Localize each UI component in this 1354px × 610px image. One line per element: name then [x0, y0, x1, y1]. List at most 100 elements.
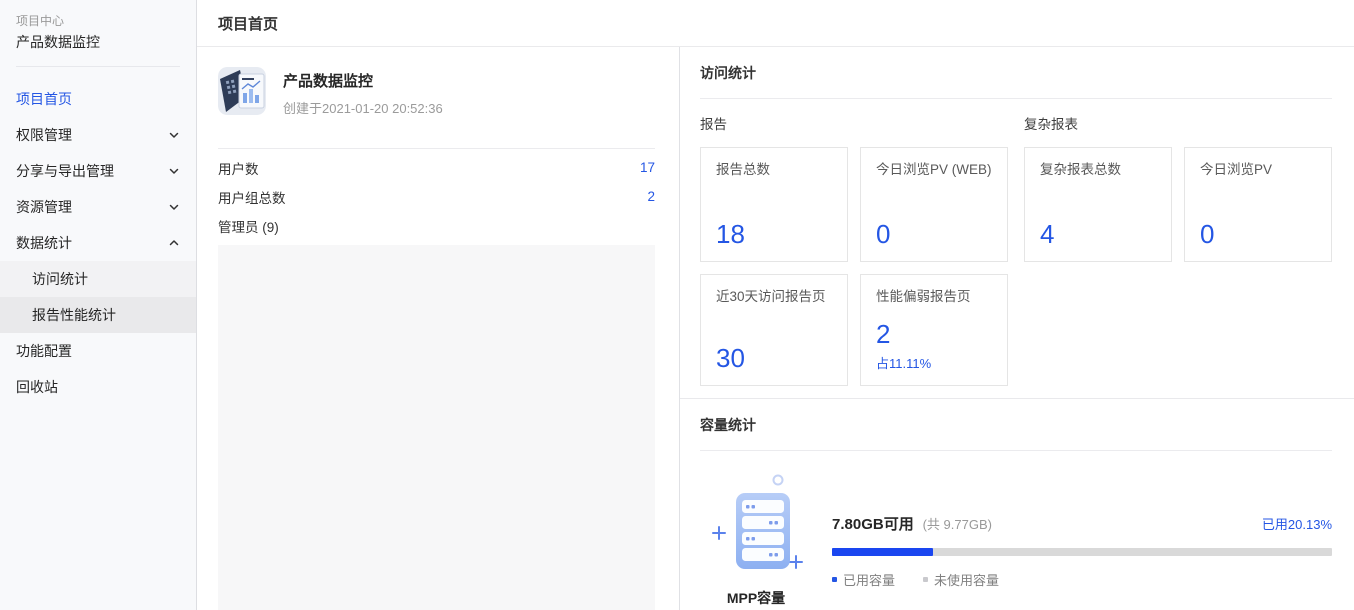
card-value: 18	[716, 220, 832, 248]
group-label: 复杂报表	[1024, 113, 1332, 133]
capacity-icon-column: MPP容量	[700, 467, 812, 608]
legend-bullet-unused	[923, 577, 928, 582]
chevron-down-icon	[168, 165, 180, 177]
sidebar-item-report-perf-stats[interactable]: 报告性能统计	[0, 297, 196, 333]
content: 产品数据监控 创建于2021-01-20 20:52:36 用户数 17 用户组…	[197, 47, 1354, 610]
card-value: 30	[716, 344, 832, 372]
main-area: 项目首页	[197, 0, 1354, 610]
sidebar-project-switcher[interactable]: 项目中心 产品数据监控	[0, 0, 196, 52]
stat-value-link[interactable]: 2	[647, 189, 655, 204]
sidebar-item-label: 资源管理	[16, 197, 168, 217]
sidebar-item-feature-config[interactable]: 功能配置	[0, 333, 196, 369]
sidebar-item-share-export[interactable]: 分享与导出管理	[0, 153, 196, 189]
card-complex-report-total: 复杂报表总数 4	[1024, 147, 1172, 262]
legend-item-unused: 未使用容量	[923, 570, 999, 589]
sidebar-item-permissions[interactable]: 权限管理	[0, 117, 196, 153]
group-label: 报告	[700, 113, 1008, 133]
capacity-available-group: 7.80GB可用 (共 9.77GB)	[832, 513, 992, 534]
card-value: 2	[876, 320, 992, 348]
project-center-label: 项目中心	[16, 12, 180, 30]
stat-label: 管理员 (9)	[218, 216, 279, 236]
capacity-title: 容量统计	[700, 415, 756, 435]
project-head-text: 产品数据监控 创建于2021-01-20 20:52:36	[283, 67, 443, 117]
card-sub-value: 占11.11%	[876, 353, 992, 372]
admin-list-empty-area	[218, 245, 655, 610]
sidebar-item-label: 项目首页	[16, 89, 180, 109]
card-value: 0	[1200, 220, 1316, 248]
visit-stats-title-row: 访问统计	[700, 47, 1332, 99]
project-head: 产品数据监控 创建于2021-01-20 20:52:36	[218, 67, 655, 117]
sidebar-item-label: 回收站	[16, 377, 180, 397]
card-weak-performance-pages: 性能偏弱报告页 2 占11.11%	[860, 274, 1008, 386]
legend-bullet-used	[832, 577, 837, 582]
project-summary-panel: 产品数据监控 创建于2021-01-20 20:52:36 用户数 17 用户组…	[197, 47, 680, 610]
chevron-down-icon	[168, 129, 180, 141]
sidebar-item-label: 报告性能统计	[32, 305, 180, 325]
legend-label: 已用容量	[843, 570, 895, 589]
sidebar-item-project-home[interactable]: 项目首页	[0, 81, 196, 117]
group-reports: 报告 报告总数 18 今日浏览PV (WEB) 0 近30天访问	[700, 113, 1008, 386]
card-label: 复杂报表总数	[1040, 161, 1156, 179]
sidebar-submenu-data-stats: 访问统计 报告性能统计	[0, 261, 196, 333]
card-label: 性能偏弱报告页	[876, 288, 992, 306]
sidebar-item-label: 分享与导出管理	[16, 161, 168, 181]
page-header: 项目首页	[197, 0, 1354, 47]
sidebar-item-visit-stats[interactable]: 访问统计	[0, 261, 196, 297]
project-thumbnail-icon	[218, 67, 266, 115]
chevron-down-icon	[168, 201, 180, 213]
sidebar-project-name: 产品数据监控	[16, 32, 180, 52]
stat-value-link[interactable]: 17	[640, 160, 655, 175]
stat-row-user-groups: 用户组总数 2	[218, 182, 655, 211]
capacity-total: (共 9.77GB)	[923, 517, 992, 532]
card-label: 今日浏览PV (WEB)	[876, 161, 992, 179]
sidebar-item-resources[interactable]: 资源管理	[0, 189, 196, 225]
chevron-up-icon	[168, 237, 180, 249]
group-cards: 报告总数 18 今日浏览PV (WEB) 0 近30天访问报告页 30	[700, 147, 1008, 386]
capacity-section: 容量统计	[680, 399, 1354, 608]
sidebar-menu: 项目首页 权限管理 分享与导出管理 资源管理 数据统计	[0, 81, 196, 405]
card-label: 报告总数	[716, 161, 832, 179]
card-complex-today-pv: 今日浏览PV 0	[1184, 147, 1332, 262]
project-created-at: 创建于2021-01-20 20:52:36	[283, 98, 443, 117]
visit-groups: 报告 报告总数 18 今日浏览PV (WEB) 0 近30天访问	[700, 113, 1332, 386]
card-label: 近30天访问报告页	[716, 288, 832, 306]
divider	[218, 148, 655, 149]
stat-label: 用户组总数	[218, 187, 286, 207]
capacity-title-row: 容量统计	[700, 399, 1332, 451]
card-value: 0	[876, 220, 992, 248]
card-report-total: 报告总数 18	[700, 147, 848, 262]
card-value: 4	[1040, 220, 1156, 248]
capacity-used-percent: 已用20.13%	[1262, 514, 1332, 533]
sidebar-item-label: 访问统计	[32, 269, 180, 289]
stat-row-admins: 管理员 (9)	[218, 211, 655, 240]
project-name: 产品数据监控	[283, 72, 443, 92]
sidebar: 项目中心 产品数据监控 项目首页 权限管理 分享与导出管理 资源管理 数据统计	[0, 0, 197, 610]
legend-item-used: 已用容量	[832, 570, 895, 589]
visit-stats-title: 访问统计	[700, 63, 756, 83]
stats-panel: 访问统计 报告 报告总数 18 今日浏览PV (WEB) 0	[680, 47, 1354, 610]
capacity-detail: 7.80GB可用 (共 9.77GB) 已用20.13% 已用容量	[832, 467, 1332, 608]
capacity-usage-line: 7.80GB可用 (共 9.77GB) 已用20.13%	[832, 513, 1332, 534]
sidebar-item-label: 权限管理	[16, 125, 168, 145]
group-cards: 复杂报表总数 4 今日浏览PV 0	[1024, 147, 1332, 262]
legend-label: 未使用容量	[934, 570, 999, 589]
stat-label: 用户数	[218, 158, 259, 178]
capacity-progress-fill	[832, 548, 933, 556]
card-30day-visited-pages: 近30天访问报告页 30	[700, 274, 848, 386]
sidebar-item-label: 数据统计	[16, 233, 168, 253]
stat-row-users: 用户数 17	[218, 153, 655, 182]
capacity-body: MPP容量 7.80GB可用 (共 9.77GB) 已用20.13%	[700, 451, 1332, 608]
sidebar-item-recycle-bin[interactable]: 回收站	[0, 369, 196, 405]
card-today-pv-web: 今日浏览PV (WEB) 0	[860, 147, 1008, 262]
page-title: 项目首页	[218, 13, 278, 34]
capacity-name: MPP容量	[700, 588, 812, 608]
sidebar-divider	[16, 66, 180, 67]
capacity-legend: 已用容量 未使用容量	[832, 570, 1332, 589]
sidebar-item-data-stats[interactable]: 数据统计	[0, 225, 196, 261]
project-stat-rows: 用户数 17 用户组总数 2 管理员 (9)	[218, 153, 655, 240]
capacity-available: 7.80GB可用	[832, 516, 914, 533]
server-stack-icon	[706, 570, 806, 586]
capacity-progress-track	[832, 548, 1332, 556]
group-complex-reports: 复杂报表 复杂报表总数 4 今日浏览PV 0	[1024, 113, 1332, 386]
sidebar-item-label: 功能配置	[16, 341, 180, 361]
